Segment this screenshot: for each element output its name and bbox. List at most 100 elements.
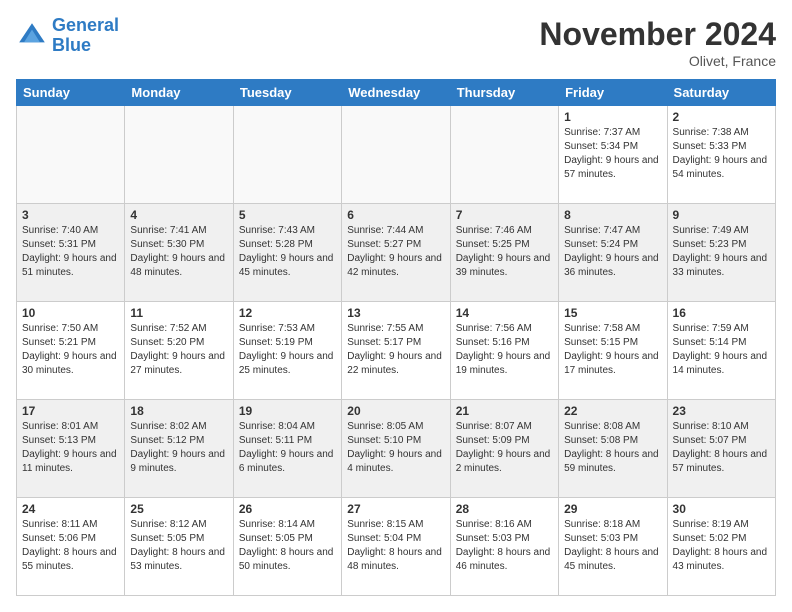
col-tuesday: Tuesday (233, 80, 341, 106)
day-cell: 29 Sunrise: 8:18 AM Sunset: 5:03 PM Dayli… (559, 498, 667, 596)
day-cell: 9 Sunrise: 7:49 AM Sunset: 5:23 PM Daylig… (667, 204, 775, 302)
day-number: 20 (347, 404, 444, 418)
logo: General Blue (16, 16, 119, 56)
location: Olivet, France (539, 53, 776, 69)
day-number: 29 (564, 502, 661, 516)
col-thursday: Thursday (450, 80, 558, 106)
day-number: 4 (130, 208, 227, 222)
day-cell: 8 Sunrise: 7:47 AM Sunset: 5:24 PM Daylig… (559, 204, 667, 302)
day-info: Sunrise: 7:58 AM Sunset: 5:15 PM Dayligh… (564, 322, 661, 378)
day-number: 24 (22, 502, 119, 516)
day-cell: 22Sunrise: 8:08 AM Sunset: 5:08 PM Dayli… (559, 400, 667, 498)
day-number: 7 (456, 208, 553, 222)
day-cell: 12 Sunrise: 7:53 AM Sunset: 5:19 PM Dayli… (233, 302, 341, 400)
logo-icon (16, 20, 48, 52)
col-friday: Friday (559, 80, 667, 106)
page: General Blue November 2024 Olivet, Franc… (0, 0, 792, 612)
day-info: Sunrise: 8:05 AM Sunset: 5:10 PM Dayligh… (347, 420, 444, 476)
day-cell: 16 Sunrise: 7:59 AM Sunset: 5:14 PM Dayli… (667, 302, 775, 400)
day-info: Sunrise: 7:56 AM Sunset: 5:16 PM Dayligh… (456, 322, 553, 378)
day-info: Sunrise: 7:37 AM Sunset: 5:34 PM Dayligh… (564, 126, 661, 182)
day-info: Sunrise: 8:07 AM Sunset: 5:09 PM Dayligh… (456, 420, 553, 476)
day-cell: 7Sunrise: 7:46 AM Sunset: 5:25 PM Daylig… (450, 204, 558, 302)
day-cell: 3 Sunrise: 7:40 AM Sunset: 5:31 PM Daylig… (17, 204, 125, 302)
week-row-2: 10 Sunrise: 7:50 AM Sunset: 5:21 PM Dayli… (17, 302, 776, 400)
day-info: Sunrise: 8:02 AM Sunset: 5:12 PM Dayligh… (130, 420, 227, 476)
day-info: Sunrise: 8:08 AM Sunset: 5:08 PM Dayligh… (564, 420, 661, 476)
day-number: 15 (564, 306, 661, 320)
day-cell: 28 Sunrise: 8:16 AM Sunset: 5:03 PM Dayli… (450, 498, 558, 596)
day-info: Sunrise: 8:18 AM Sunset: 5:03 PM Dayligh… (564, 518, 661, 574)
day-cell: 27Sunrise: 8:15 AM Sunset: 5:04 PM Dayli… (342, 498, 450, 596)
week-row-0: 1 Sunrise: 7:37 AM Sunset: 5:34 PM Daylig… (17, 106, 776, 204)
day-info: Sunrise: 7:47 AM Sunset: 5:24 PM Dayligh… (564, 224, 661, 280)
day-cell: 11Sunrise: 7:52 AM Sunset: 5:20 PM Dayli… (125, 302, 233, 400)
day-cell: 26Sunrise: 8:14 AM Sunset: 5:05 PM Dayli… (233, 498, 341, 596)
day-number: 19 (239, 404, 336, 418)
day-info: Sunrise: 7:44 AM Sunset: 5:27 PM Dayligh… (347, 224, 444, 280)
day-info: Sunrise: 8:16 AM Sunset: 5:03 PM Dayligh… (456, 518, 553, 574)
day-number: 14 (456, 306, 553, 320)
day-info: Sunrise: 7:55 AM Sunset: 5:17 PM Dayligh… (347, 322, 444, 378)
day-cell: 6 Sunrise: 7:44 AM Sunset: 5:27 PM Daylig… (342, 204, 450, 302)
day-number: 9 (673, 208, 770, 222)
month-title: November 2024 (539, 16, 776, 53)
day-cell: 18Sunrise: 8:02 AM Sunset: 5:12 PM Dayli… (125, 400, 233, 498)
day-number: 16 (673, 306, 770, 320)
day-cell: 15 Sunrise: 7:58 AM Sunset: 5:15 PM Dayli… (559, 302, 667, 400)
day-number: 5 (239, 208, 336, 222)
day-info: Sunrise: 7:49 AM Sunset: 5:23 PM Dayligh… (673, 224, 770, 280)
day-info: Sunrise: 7:50 AM Sunset: 5:21 PM Dayligh… (22, 322, 119, 378)
day-cell: 1 Sunrise: 7:37 AM Sunset: 5:34 PM Daylig… (559, 106, 667, 204)
col-sunday: Sunday (17, 80, 125, 106)
day-cell: 13 Sunrise: 7:55 AM Sunset: 5:17 PM Dayli… (342, 302, 450, 400)
day-info: Sunrise: 8:14 AM Sunset: 5:05 PM Dayligh… (239, 518, 336, 574)
day-number: 2 (673, 110, 770, 124)
day-info: Sunrise: 8:12 AM Sunset: 5:05 PM Dayligh… (130, 518, 227, 574)
day-cell: 21 Sunrise: 8:07 AM Sunset: 5:09 PM Dayli… (450, 400, 558, 498)
week-row-3: 17 Sunrise: 8:01 AM Sunset: 5:13 PM Dayli… (17, 400, 776, 498)
day-cell: 19Sunrise: 8:04 AM Sunset: 5:11 PM Dayli… (233, 400, 341, 498)
day-cell (342, 106, 450, 204)
day-cell: 2 Sunrise: 7:38 AM Sunset: 5:33 PM Daylig… (667, 106, 775, 204)
logo-line2: Blue (52, 35, 91, 55)
day-number: 8 (564, 208, 661, 222)
day-cell: 17 Sunrise: 8:01 AM Sunset: 5:13 PM Dayli… (17, 400, 125, 498)
day-cell: 24 Sunrise: 8:11 AM Sunset: 5:06 PM Dayli… (17, 498, 125, 596)
day-number: 17 (22, 404, 119, 418)
day-info: Sunrise: 7:38 AM Sunset: 5:33 PM Dayligh… (673, 126, 770, 182)
day-cell: 5 Sunrise: 7:43 AM Sunset: 5:28 PM Daylig… (233, 204, 341, 302)
day-info: Sunrise: 8:15 AM Sunset: 5:04 PM Dayligh… (347, 518, 444, 574)
day-cell (125, 106, 233, 204)
day-info: Sunrise: 7:52 AM Sunset: 5:20 PM Dayligh… (130, 322, 227, 378)
day-info: Sunrise: 7:53 AM Sunset: 5:19 PM Dayligh… (239, 322, 336, 378)
logo-line1: General (52, 15, 119, 35)
day-number: 6 (347, 208, 444, 222)
col-saturday: Saturday (667, 80, 775, 106)
day-number: 13 (347, 306, 444, 320)
day-info: Sunrise: 7:59 AM Sunset: 5:14 PM Dayligh… (673, 322, 770, 378)
day-number: 28 (456, 502, 553, 516)
day-number: 3 (22, 208, 119, 222)
day-info: Sunrise: 8:11 AM Sunset: 5:06 PM Dayligh… (22, 518, 119, 574)
day-number: 12 (239, 306, 336, 320)
day-number: 30 (673, 502, 770, 516)
week-row-1: 3 Sunrise: 7:40 AM Sunset: 5:31 PM Daylig… (17, 204, 776, 302)
day-info: Sunrise: 8:01 AM Sunset: 5:13 PM Dayligh… (22, 420, 119, 476)
day-info: Sunrise: 8:10 AM Sunset: 5:07 PM Dayligh… (673, 420, 770, 476)
title-block: November 2024 Olivet, France (539, 16, 776, 69)
day-info: Sunrise: 7:43 AM Sunset: 5:28 PM Dayligh… (239, 224, 336, 280)
day-number: 10 (22, 306, 119, 320)
day-info: Sunrise: 7:40 AM Sunset: 5:31 PM Dayligh… (22, 224, 119, 280)
day-number: 1 (564, 110, 661, 124)
day-cell: 4 Sunrise: 7:41 AM Sunset: 5:30 PM Daylig… (125, 204, 233, 302)
day-info: Sunrise: 7:41 AM Sunset: 5:30 PM Dayligh… (130, 224, 227, 280)
day-number: 25 (130, 502, 227, 516)
col-monday: Monday (125, 80, 233, 106)
day-cell: 14 Sunrise: 7:56 AM Sunset: 5:16 PM Dayli… (450, 302, 558, 400)
header-row: Sunday Monday Tuesday Wednesday Thursday… (17, 80, 776, 106)
day-number: 21 (456, 404, 553, 418)
header: General Blue November 2024 Olivet, Franc… (16, 16, 776, 69)
day-cell (450, 106, 558, 204)
logo-text: General Blue (52, 16, 119, 56)
